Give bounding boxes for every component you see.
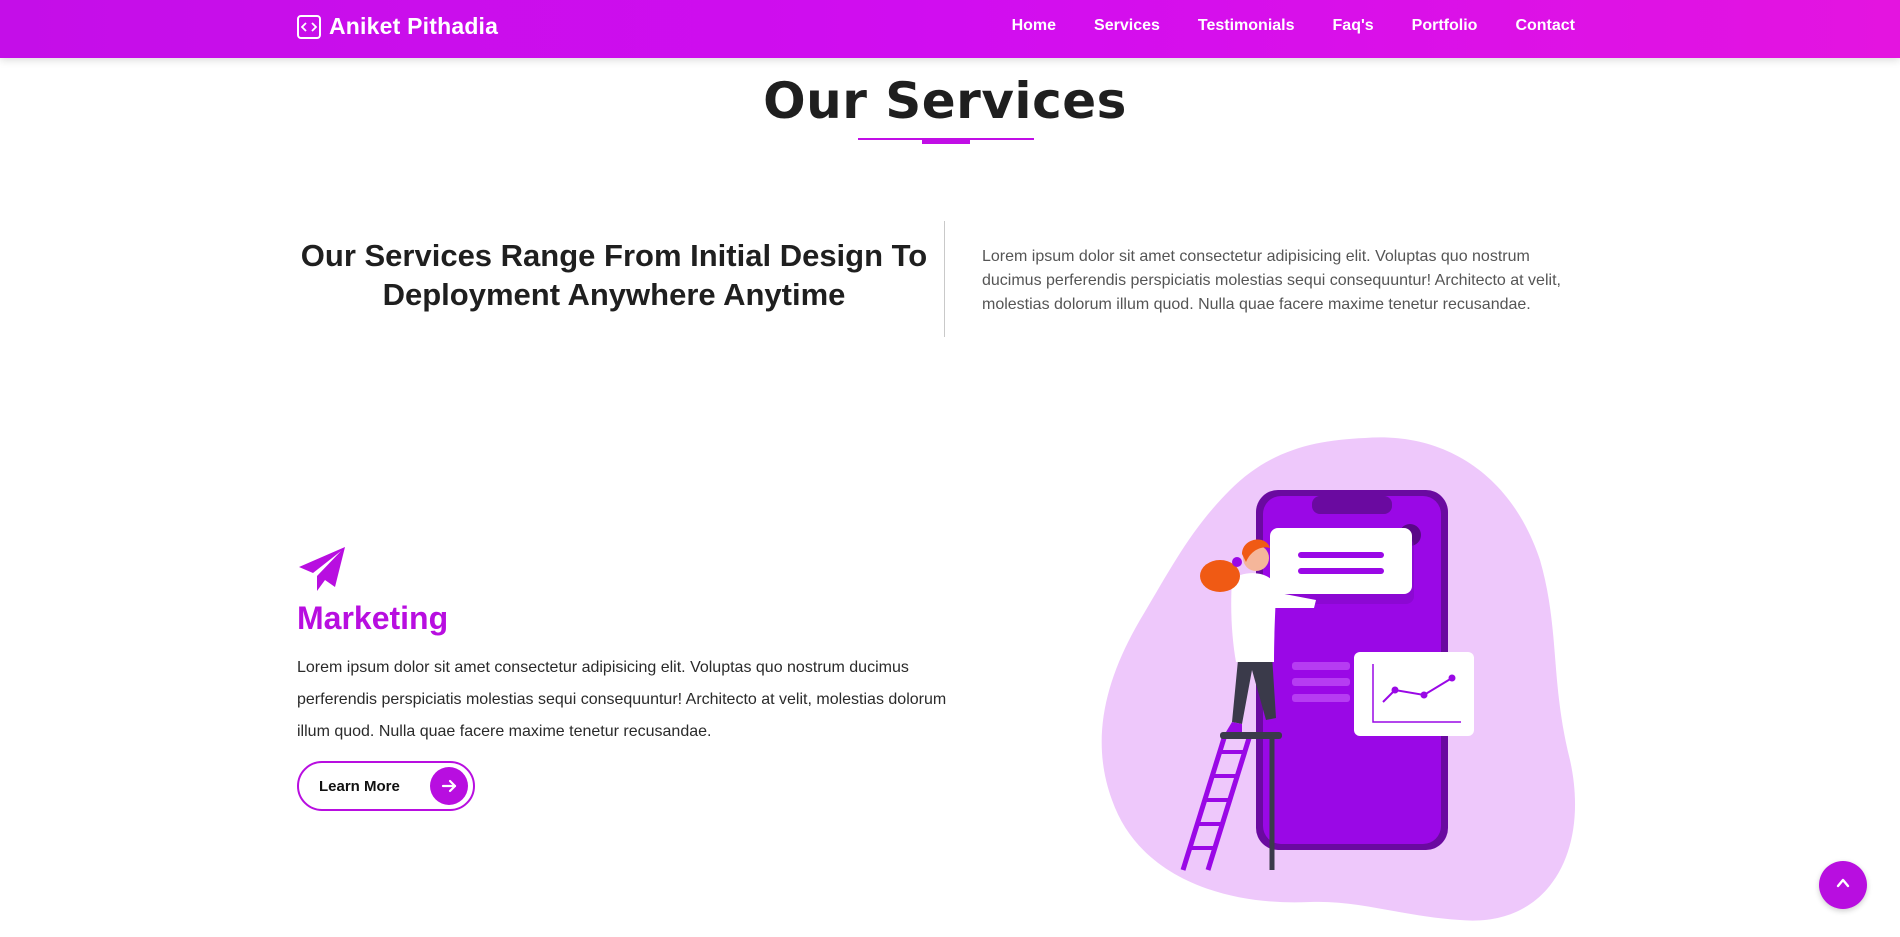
nav-contact[interactable]: Contact [1515, 17, 1575, 35]
arrow-right-icon [430, 767, 468, 805]
title-underline-accent [922, 138, 970, 144]
chevron-up-icon [1835, 875, 1851, 895]
scroll-to-top-button[interactable] [1819, 861, 1867, 909]
paper-plane-icon [297, 545, 347, 595]
learn-more-label: Learn More [319, 777, 400, 795]
service-title: Marketing [297, 600, 449, 636]
service-description: Lorem ipsum dolor sit amet consectetur a… [297, 659, 947, 740]
intro-heading: Our Services Range From Initial Design T… [300, 238, 928, 312]
nav-testimonials[interactable]: Testimonials [1198, 17, 1295, 35]
intro-divider [944, 221, 945, 337]
learn-more-button[interactable]: Learn More [297, 761, 475, 811]
nav-home[interactable]: Home [1012, 17, 1056, 35]
phone-illustration [1080, 430, 1620, 930]
intro-text: Lorem ipsum dolor sit amet consectetur a… [982, 248, 1561, 313]
brand-link[interactable]: Aniket Pithadia [297, 13, 498, 40]
nav-menu: Home Services Testimonials Faq's Portfol… [1012, 17, 1575, 35]
section-title: Our Services [763, 72, 1127, 130]
brand-name: Aniket Pithadia [329, 13, 499, 39]
navbar: Aniket Pithadia Home Services Testimonia… [0, 0, 1900, 58]
nav-services[interactable]: Services [1094, 17, 1160, 35]
nav-portfolio[interactable]: Portfolio [1412, 17, 1478, 35]
nav-faqs[interactable]: Faq's [1333, 17, 1374, 35]
code-icon [297, 14, 321, 39]
